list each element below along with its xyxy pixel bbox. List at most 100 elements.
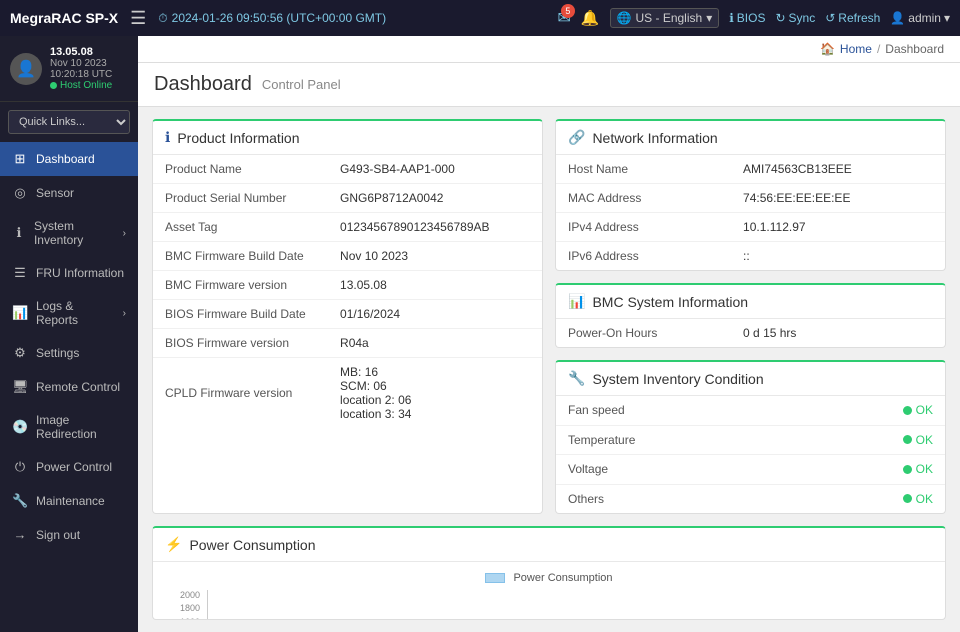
- chart-plot: [207, 590, 925, 620]
- quicklinks-container: Quick Links...: [8, 110, 130, 134]
- menu-icon[interactable]: ☰: [130, 8, 146, 29]
- breadcrumb-current: Dashboard: [885, 42, 944, 56]
- table-row: Asset Tag01234567890123456789AB: [153, 213, 542, 242]
- sidebar-item-image-redirection[interactable]: 💿 Image Redirection: [0, 404, 138, 450]
- topbar-time: ⏱ 2024-01-26 09:50:56 (UTC+00:00 GMT): [158, 11, 386, 26]
- inventory-condition-table: Fan speedOKTemperatureOKVoltageOKOthersO…: [556, 396, 945, 513]
- product-info-body: Product NameG493-SB4-AAP1-000Product Ser…: [153, 155, 542, 428]
- sidebar-item-label: Sign out: [36, 528, 80, 542]
- row-label: Power-On Hours: [556, 319, 731, 347]
- sidebar-nav: ⊞ Dashboard ◎ Sensor ℹ System Inventory …: [0, 142, 138, 632]
- brand-logo: MegraRAC SP-X: [10, 10, 118, 26]
- table-row: BMC Firmware version13.05.08: [153, 271, 542, 300]
- sidebar-item-sensor[interactable]: ◎ Sensor: [0, 176, 138, 210]
- mail-badge: 5: [561, 4, 575, 18]
- system-inventory-icon: ℹ: [12, 225, 26, 241]
- row-value: R04a: [328, 329, 542, 358]
- remote-control-icon: 🖥: [12, 379, 28, 395]
- sidebar-item-maintenance[interactable]: 🔧 Maintenance: [0, 484, 138, 518]
- sidebar-item-system-inventory[interactable]: ℹ System Inventory ›: [0, 210, 138, 256]
- network-info-header: 🔗 Network Information: [556, 121, 945, 155]
- sidebar-item-remote-control[interactable]: 🖥 Remote Control: [0, 370, 138, 404]
- sync-button[interactable]: ↻ Sync: [775, 11, 815, 25]
- inventory-condition-header: 🔧 System Inventory Condition: [556, 362, 945, 396]
- chart-container: 200018001600140012001000800600400200: [165, 590, 933, 620]
- bmc-info-table: Power-On Hours0 d 15 hrs: [556, 319, 945, 347]
- sidebar-item-settings[interactable]: ⚙ Settings: [0, 336, 138, 370]
- table-row: CPLD Firmware versionMB: 16 SCM: 06 loca…: [153, 358, 542, 429]
- y-label: 1800: [165, 603, 203, 613]
- globe-icon: 🌐: [617, 11, 632, 25]
- breadcrumb-home[interactable]: Home: [840, 42, 872, 56]
- sidebar-item-fru[interactable]: ☰ FRU Information: [0, 256, 138, 290]
- language-selector[interactable]: 🌐 US - English ▾: [610, 8, 720, 28]
- row-value: 10.1.112.97: [731, 213, 945, 242]
- row-label: Host Name: [556, 155, 731, 184]
- table-row: Host NameAMI74563CB13EEE: [556, 155, 945, 184]
- clock-icon: ⏱: [158, 11, 167, 26]
- row-value: GNG6P8712A0042: [328, 184, 542, 213]
- inventory-condition-body: Fan speedOKTemperatureOKVoltageOKOthersO…: [556, 396, 945, 513]
- user-status: Host Online: [50, 80, 128, 91]
- network-info-title: Network Information: [592, 130, 717, 146]
- table-row: BMC Firmware Build DateNov 10 2023: [153, 242, 542, 271]
- row-value: ::: [731, 242, 945, 271]
- dashboard-icon: ⊞: [12, 151, 28, 167]
- refresh-button[interactable]: ↺ Refresh: [825, 11, 880, 25]
- legend-box: [485, 573, 505, 583]
- row-value: 01/16/2024: [328, 300, 542, 329]
- sidebar-item-label: Logs & Reports: [36, 299, 115, 327]
- row-value: MB: 16 SCM: 06 location 2: 06 location 3…: [328, 358, 542, 429]
- row-value: AMI74563CB13EEE: [731, 155, 945, 184]
- row-value: Nov 10 2023: [328, 242, 542, 271]
- user-icon: 👤: [890, 11, 905, 25]
- chart-legend: Power Consumption: [165, 572, 933, 584]
- settings-icon: ⚙: [12, 345, 28, 361]
- sync-icon: ↻: [775, 11, 785, 25]
- quicklinks-select[interactable]: Quick Links...: [8, 110, 130, 134]
- mail-icon-wrapper[interactable]: ✉ 5: [557, 8, 570, 28]
- line-chart-svg: [208, 590, 925, 620]
- info-icon: ℹ: [165, 129, 170, 146]
- right-column: 🔗 Network Information Host NameAMI74563C…: [555, 119, 946, 514]
- sidebar-item-sign-out[interactable]: → Sign out: [0, 518, 138, 551]
- row-label: BIOS Firmware version: [153, 329, 328, 358]
- table-row: BIOS Firmware Build Date01/16/2024: [153, 300, 542, 329]
- table-row: Product Serial NumberGNG6P8712A0042: [153, 184, 542, 213]
- maintenance-icon: 🔧: [12, 493, 28, 509]
- sidebar-user: 👤 13.05.08 Nov 10 2023 10:20:18 UTC Host…: [0, 36, 138, 102]
- home-icon: 🏠: [820, 42, 835, 56]
- row-value: G493-SB4-AAP1-000: [328, 155, 542, 184]
- network-info-table: Host NameAMI74563CB13EEEMAC Address74:56…: [556, 155, 945, 270]
- bmc-icon: 📊: [568, 293, 585, 310]
- admin-chevron-icon: ▾: [944, 11, 950, 25]
- avatar: 👤: [10, 53, 42, 85]
- admin-menu[interactable]: 👤 admin ▾: [890, 11, 950, 25]
- sidebar-item-dashboard[interactable]: ⊞ Dashboard: [0, 142, 138, 176]
- inventory-condition-card: 🔧 System Inventory Condition Fan speed OK…: [555, 360, 946, 514]
- row-label: Fan speed: [556, 396, 731, 425]
- sidebar: 👤 13.05.08 Nov 10 2023 10:20:18 UTC Host…: [0, 36, 138, 632]
- chevron-right-icon: ›: [123, 228, 126, 239]
- row-value: OK: [731, 484, 945, 513]
- chevron-right-icon: ›: [123, 308, 126, 319]
- row-label: Others: [556, 484, 731, 513]
- row-label: BMC Firmware version: [153, 271, 328, 300]
- sidebar-item-power-control[interactable]: ⏻ Power Control: [0, 450, 138, 484]
- bios-icon: ℹ: [729, 11, 734, 25]
- row-value: 0 d 15 hrs: [731, 319, 945, 347]
- row-label: IPv4 Address: [556, 213, 731, 242]
- table-row: Product NameG493-SB4-AAP1-000: [153, 155, 542, 184]
- bios-button[interactable]: ℹ BIOS: [729, 11, 765, 25]
- sidebar-item-logs-reports[interactable]: 📊 Logs & Reports ›: [0, 290, 138, 336]
- alert-icon[interactable]: 🔔: [581, 9, 600, 27]
- product-info-header: ℹ Product Information: [153, 121, 542, 155]
- legend-label: Power Consumption: [513, 572, 612, 584]
- status-badge: OK: [903, 492, 933, 506]
- power-control-icon: ⏻: [12, 459, 28, 475]
- refresh-icon: ↺: [825, 11, 835, 25]
- status-dot: [903, 494, 912, 503]
- content-area: 🏠 Home / Dashboard Dashboard Control Pan…: [138, 36, 960, 632]
- sidebar-item-label: Image Redirection: [36, 413, 126, 441]
- power-consumption-header: ⚡ Power Consumption: [153, 528, 945, 562]
